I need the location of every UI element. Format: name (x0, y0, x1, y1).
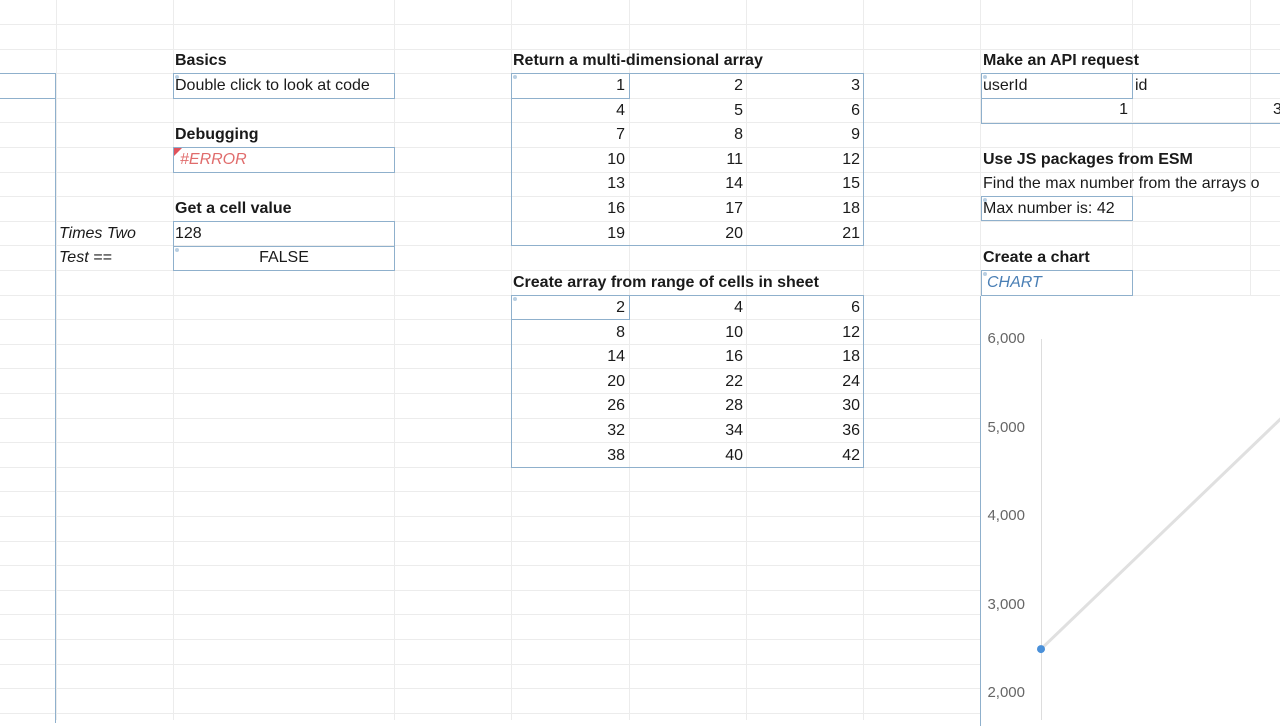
api-col-id: id (1135, 77, 1148, 94)
range-array-cell: 10 (725, 323, 743, 341)
chart-y-tick-label: 3,000 (987, 595, 1025, 613)
cell-value-heading: Get a cell value (175, 200, 292, 217)
multi-array-cell: 11 (726, 150, 743, 168)
debugging-heading: Debugging (175, 126, 259, 143)
chart-canvas[interactable] (981, 296, 1280, 720)
multi-array-cell: 6 (851, 101, 860, 119)
range-array-cell: 34 (725, 422, 743, 439)
esm-description: Find the max number from the arrays o (983, 175, 1260, 192)
api-userid-value: 1 (1119, 101, 1128, 118)
multi-array-cell: 12 (842, 150, 860, 168)
left-column-range-border (55, 73, 57, 723)
multi-array-cell: 18 (842, 200, 860, 217)
test-equals-label: Test == (59, 249, 112, 266)
chart-y-tick-label: 2,000 (987, 684, 1025, 702)
multi-array-cell: 3 (851, 77, 860, 94)
times-two-cell[interactable] (173, 221, 395, 247)
code-cell-marker (983, 198, 987, 202)
range-array-cell: 14 (607, 348, 625, 366)
range-array-cell: 32 (607, 422, 625, 439)
times-two-value: 128 (175, 225, 202, 242)
left-column-cell[interactable] (0, 73, 56, 99)
range-array-cell: 12 (842, 323, 860, 341)
code-cell-marker (983, 272, 987, 276)
code-cell-marker (513, 75, 517, 79)
multi-array-cell: 10 (607, 150, 625, 168)
range-array-cell: 38 (607, 446, 625, 464)
api-heading: Make an API request (983, 52, 1139, 69)
basics-heading: Basics (175, 52, 227, 69)
range-array-cell: 18 (842, 348, 860, 366)
error-indicator-icon (174, 148, 182, 156)
multi-array-cell: 7 (616, 126, 625, 144)
multi-array-cell: 5 (734, 101, 743, 119)
range-array-cell: 2 (616, 299, 625, 316)
multi-array-cell: 17 (725, 200, 743, 217)
range-array-cell: 36 (842, 422, 860, 439)
code-cell-marker (175, 75, 179, 79)
chart-y-tick-label: 5,000 (987, 418, 1025, 436)
multi-array-heading: Return a multi-dimensional array (513, 52, 763, 69)
range-array-cell: 42 (842, 446, 860, 464)
range-array-cell: 30 (842, 397, 860, 415)
chart-y-tick-label: 4,000 (987, 507, 1025, 525)
times-two-label: Times Two (59, 225, 136, 242)
range-array-cell: 16 (725, 348, 743, 366)
multi-array-cell: 19 (607, 224, 625, 242)
multi-array-cell: 2 (734, 77, 743, 94)
multi-array-cell: 21 (842, 224, 860, 242)
esm-result-value: Max number is: 42 (983, 200, 1115, 217)
multi-array-cell: 16 (607, 200, 625, 217)
error-value: #ERROR (180, 151, 247, 168)
range-array-cell: 8 (616, 323, 625, 341)
multi-array-cell: 13 (607, 175, 625, 193)
multi-array-cell: 8 (734, 126, 743, 144)
range-array-cell: 4 (734, 299, 743, 316)
range-array-cell: 20 (607, 372, 625, 390)
range-array-cell: 22 (725, 372, 743, 390)
chart-cell-label: CHART (987, 274, 1042, 291)
range-array-cell: 28 (725, 397, 743, 415)
range-array-cell: 26 (607, 397, 625, 415)
basics-cell-text: Double click to look at code (175, 77, 370, 94)
test-value: FALSE (259, 249, 309, 266)
range-array-heading: Create array from range of cells in shee… (513, 274, 819, 291)
multi-array-cell: 15 (842, 175, 860, 193)
multi-array-cell: 9 (851, 126, 860, 144)
multi-array-cell: 20 (725, 224, 743, 242)
multi-array-cell: 14 (725, 175, 743, 193)
range-array-cell: 24 (842, 372, 860, 390)
code-cell-marker (513, 297, 517, 301)
code-cell-marker (983, 75, 987, 79)
api-col-userid: userId (983, 77, 1028, 94)
range-array-cell: 6 (851, 299, 860, 316)
chart-y-tick-label: 6,000 (987, 330, 1025, 347)
api-id-value: 3 (1273, 101, 1280, 118)
range-array-cell: 40 (725, 446, 743, 464)
esm-heading: Use JS packages from ESM (983, 151, 1193, 168)
chart-heading: Create a chart (983, 249, 1090, 266)
code-cell-marker (175, 248, 179, 252)
multi-array-cell: 4 (616, 101, 625, 119)
multi-array-cell: 1 (616, 77, 625, 94)
